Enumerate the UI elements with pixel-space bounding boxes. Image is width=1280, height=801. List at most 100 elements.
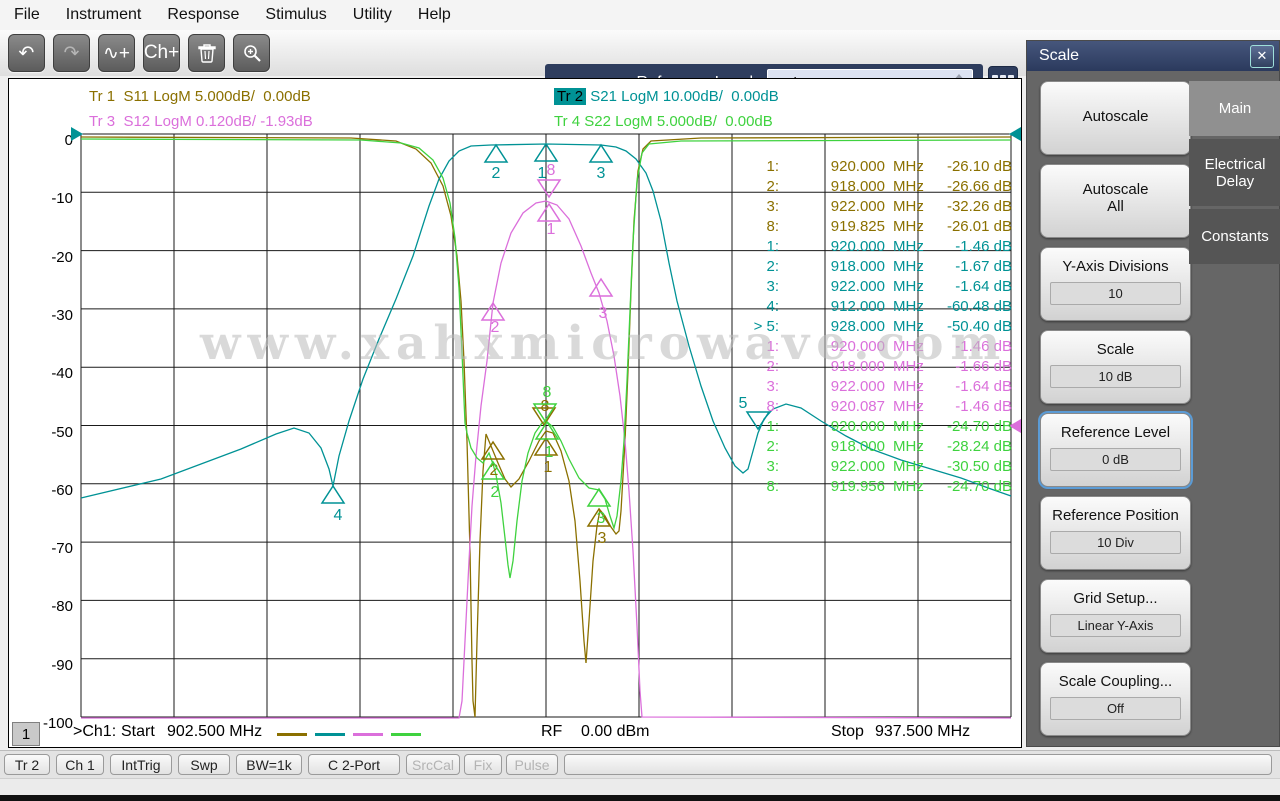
trace2-swatch	[315, 733, 345, 736]
panel-button-autoscale-all[interactable]: Autoscale All	[1040, 164, 1191, 238]
redo-button[interactable]: ↷	[53, 34, 90, 72]
marker-label: 3	[598, 530, 607, 547]
undo-button[interactable]: ↶	[8, 34, 45, 72]
channel-number-box[interactable]: 1	[12, 722, 40, 746]
panel-close-button[interactable]: ✕	[1250, 45, 1274, 68]
panel-button-label: Grid Setup...	[1073, 590, 1158, 607]
marker-3-s21	[588, 143, 614, 163]
menu-bar: File Instrument Response Stimulus Utility Hel…	[0, 0, 1280, 30]
panel-button-scale[interactable]: Scale 10 dB	[1040, 330, 1191, 404]
marker-label: 2	[492, 165, 501, 182]
panel-button-y-axis-divisions[interactable]: Y-Axis Divisions 10	[1040, 247, 1191, 321]
y-axis-tick-label: -10	[51, 190, 73, 208]
add-trace-button[interactable]: ∿+	[98, 34, 135, 72]
status-button-c-2-port[interactable]: C 2-Port	[308, 754, 400, 775]
marker-label: 5	[739, 395, 748, 412]
trace1-swatch	[277, 733, 307, 736]
trace4-label[interactable]: Tr 4 S22 LogM 5.000dB/ 0.00dB	[554, 113, 773, 130]
panel-button-scale-coupling[interactable]: Scale Coupling... Off	[1040, 662, 1191, 736]
y-axis-tick-label: -60	[51, 481, 73, 499]
trace1-label[interactable]: Tr 1 S11 LogM 5.000dB/ 0.00dB	[89, 88, 311, 105]
rf-value[interactable]: 0.00 dBm	[581, 723, 649, 741]
channel-info-row: >Ch1: Start 902.500 MHz RF 0.00 dBm Stop…	[9, 723, 1021, 747]
menu-item-instrument[interactable]: Instrument	[66, 6, 142, 24]
status-button-empty[interactable]	[564, 754, 1272, 775]
marker-table-row: > 5: 928.000 MHz -50.40 dB	[753, 318, 1012, 335]
menu-item-file[interactable]: File	[14, 6, 40, 24]
marker-table-row: 3: 922.000 MHz -1.64 dB	[766, 278, 1012, 295]
panel-button-label: Scale	[1096, 341, 1135, 358]
marker-table-row: 3: 922.000 MHz -30.50 dB	[766, 458, 1012, 475]
panel-button-value: 10	[1050, 282, 1181, 305]
panel-tab-constants[interactable]: Constants	[1189, 209, 1280, 264]
panel-button-value: Off	[1050, 697, 1181, 720]
status-button-ch-1[interactable]: Ch 1	[56, 754, 104, 775]
marker-label: 1	[544, 459, 553, 476]
y-axis-tick-label: 0	[64, 132, 73, 149]
marker-2-s21	[483, 143, 509, 163]
panel-button-grid-setup[interactable]: Grid Setup... Linear Y-Axis	[1040, 579, 1191, 653]
marker-table-row: 3: 922.000 MHz -1.64 dB	[766, 378, 1012, 395]
panel-tab-electrical-delay[interactable]: Electrical Delay	[1189, 139, 1280, 206]
marker-label: 4	[334, 507, 343, 524]
marker-table-row: 1: 920.000 MHz -26.10 dB	[766, 158, 1012, 175]
panel-title: Scale	[1027, 41, 1279, 71]
status-button-inttrig[interactable]: IntTrig	[110, 754, 172, 775]
trace3-swatch	[353, 733, 383, 736]
status-button-bw-1k[interactable]: BW=1k	[236, 754, 302, 775]
panel-button-label: Scale Coupling...	[1058, 673, 1173, 690]
start-value[interactable]: 902.500 MHz	[167, 723, 262, 741]
marker-table-row: 2: 918.000 MHz -28.24 dB	[766, 438, 1012, 455]
y-axis-tick-label: -20	[51, 248, 73, 266]
marker-table-row: 2: 918.000 MHz -1.66 dB	[766, 358, 1012, 375]
marker-label: 1	[545, 444, 554, 461]
marker-table-row: 2: 918.000 MHz -1.67 dB	[766, 258, 1012, 275]
y-axis-tick-label: -30	[51, 306, 73, 324]
status-button-srccal[interactable]: SrcCal	[406, 754, 460, 775]
panel-button-value: 0 dB	[1050, 448, 1181, 471]
marker-label: 3	[597, 165, 606, 182]
status-button-pulse[interactable]: Pulse	[506, 754, 558, 775]
panel-tab-main[interactable]: Main	[1189, 81, 1280, 136]
marker-label: 3	[599, 305, 608, 322]
trash-icon	[197, 44, 216, 63]
marker-label: 8	[543, 384, 552, 401]
panel-button-autoscale[interactable]: Autoscale	[1040, 81, 1191, 155]
trace2-label[interactable]: Tr 2 S21 LogM 10.00dB/ 0.00dB	[554, 88, 779, 105]
marker-table-row: 8: 919.956 MHz -24.70 dB	[766, 478, 1012, 495]
y-axis-tick-label: -50	[51, 423, 73, 441]
y-axis-tick-label: -70	[51, 540, 73, 558]
menu-item-utility[interactable]: Utility	[353, 6, 392, 24]
marker-label: 8	[547, 162, 556, 179]
panel-button-value: Linear Y-Axis	[1050, 614, 1181, 637]
status-button-swp[interactable]: Swp	[178, 754, 230, 775]
start-label: Start	[121, 723, 155, 740]
status-button-fix[interactable]: Fix	[464, 754, 502, 775]
status-button-tr-2[interactable]: Tr 2	[4, 754, 50, 775]
marker-table-row: 1: 920.000 MHz -24.70 dB	[766, 418, 1012, 435]
active-trace-chip[interactable]: Tr 2	[554, 88, 587, 105]
status-substrip	[0, 778, 1280, 796]
marker-label: 2	[491, 319, 500, 336]
menu-item-stimulus[interactable]: Stimulus	[265, 6, 326, 24]
panel-button-reference-position[interactable]: Reference Position 10 Div	[1040, 496, 1191, 570]
stop-value[interactable]: 937.500 MHz	[875, 723, 970, 741]
marker-3-s12	[588, 277, 614, 297]
channel-prefix: >Ch1:	[73, 723, 117, 740]
delete-button[interactable]	[188, 34, 225, 72]
trace3-label[interactable]: Tr 3 S12 LogM 0.120dB/ -1.93dB	[89, 113, 313, 130]
marker-table-row: 2: 918.000 MHz -26.66 dB	[766, 178, 1012, 195]
add-channel-button[interactable]: Ch+	[143, 34, 180, 72]
panel-button-label: Y-Axis Divisions	[1062, 258, 1169, 275]
panel-button-reference-level[interactable]: Reference Level 0 dB	[1038, 411, 1193, 489]
zoom-button[interactable]	[233, 34, 270, 72]
menu-item-response[interactable]: Response	[167, 6, 239, 24]
magnifier-plus-icon	[243, 45, 261, 62]
panel-button-value: 10 dB	[1050, 365, 1181, 388]
y-axis-tick-label: -40	[51, 365, 73, 383]
panel-button-label: Reference Level	[1060, 424, 1171, 441]
vna-application-window: File Instrument Response Stimulus Utility Hel…	[0, 0, 1280, 801]
marker-table-row: 1: 920.000 MHz -1.46 dB	[766, 238, 1012, 255]
menu-item-help[interactable]: Help	[418, 6, 451, 24]
scale-side-panel: Scale ✕ Autoscale Autoscale All Y-Axis Div…	[1026, 40, 1280, 747]
